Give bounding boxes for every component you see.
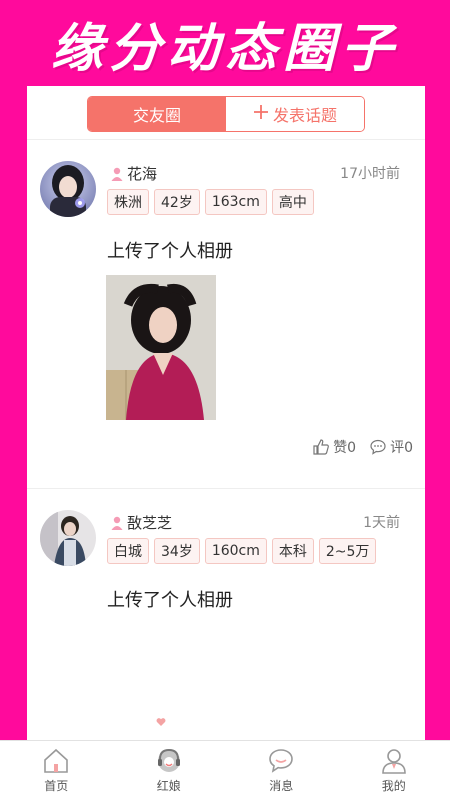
user-gender-icon xyxy=(111,167,123,181)
tab-friend-circle[interactable]: 交友圈 xyxy=(88,97,226,131)
banner: 缘分动态圈子 xyxy=(0,0,450,86)
tag-age: 34岁 xyxy=(154,538,200,564)
tag-city: 株洲 xyxy=(107,189,149,215)
tab-friend-circle-label: 交友圈 xyxy=(132,106,181,125)
tab-post-topic[interactable]: 发表话题 xyxy=(226,97,364,131)
matchmaker-icon xyxy=(157,748,180,772)
tag-height: 163cm xyxy=(204,189,267,215)
message-icon xyxy=(269,749,294,773)
tab-bar: 交友圈 发表话题 xyxy=(27,86,425,140)
post-nickname[interactable]: 敔芝芝 xyxy=(127,512,172,533)
post-photo[interactable] xyxy=(106,275,216,420)
bottom-nav: 首页 红娘 消息 我的 xyxy=(0,740,450,800)
post-text: 上传了个人相册 xyxy=(107,241,233,262)
comment-icon xyxy=(370,439,386,455)
nav-matchmaker[interactable]: 红娘 xyxy=(113,741,226,800)
nav-home-label: 首页 xyxy=(44,779,69,793)
nav-messages[interactable]: 消息 xyxy=(225,741,338,800)
profile-tags: 株洲 42岁 163cm 高中 xyxy=(107,189,314,215)
home-icon xyxy=(44,748,69,773)
profile-tags: 白城 34岁 160cm 本科 2~5万 xyxy=(107,538,377,564)
comment-count: 评0 xyxy=(390,440,413,456)
plus-icon xyxy=(253,103,269,125)
tab-post-topic-label: 发表话题 xyxy=(272,106,337,125)
tag-education: 本科 xyxy=(271,538,314,564)
tab-switcher: 交友圈 发表话题 xyxy=(87,96,365,132)
nav-matchmaker-label: 红娘 xyxy=(156,779,181,793)
post-time: 17小时前 xyxy=(340,166,400,182)
heart-icon xyxy=(156,718,166,726)
post-item[interactable]: 花海 17小时前 株洲 42岁 163cm 高中 上传了个人相册 赞0 评0 xyxy=(27,141,425,489)
post-text: 上传了个人相册 xyxy=(107,590,233,611)
post-time: 1天前 xyxy=(363,515,400,531)
content-card: 交友圈 发表话题 花海 17小时前 株洲 42岁 163cm 高中 上传了个人相… xyxy=(27,86,425,800)
comment-button[interactable]: 评0 xyxy=(370,437,413,457)
profile-icon xyxy=(381,749,406,774)
nav-profile[interactable]: 我的 xyxy=(338,741,450,800)
user-gender-icon xyxy=(111,516,123,530)
like-count: 赞0 xyxy=(333,440,357,456)
post-nickname[interactable]: 花海 xyxy=(127,163,157,184)
avatar[interactable] xyxy=(40,161,96,217)
tag-income: 2~5万 xyxy=(318,538,377,564)
tag-height: 160cm xyxy=(204,538,267,564)
nav-messages-label: 消息 xyxy=(269,779,294,793)
avatar[interactable] xyxy=(40,510,96,566)
thumbs-up-icon xyxy=(313,439,330,455)
like-button[interactable]: 赞0 xyxy=(313,437,356,457)
tag-city: 白城 xyxy=(107,538,149,564)
nav-home[interactable]: 首页 xyxy=(0,741,113,800)
post-actions: 赞0 评0 xyxy=(313,437,413,457)
tag-age: 42岁 xyxy=(154,189,200,215)
tag-education: 高中 xyxy=(271,189,314,215)
nav-profile-label: 我的 xyxy=(381,779,406,793)
banner-title: 缘分动态圈子 xyxy=(50,17,399,79)
